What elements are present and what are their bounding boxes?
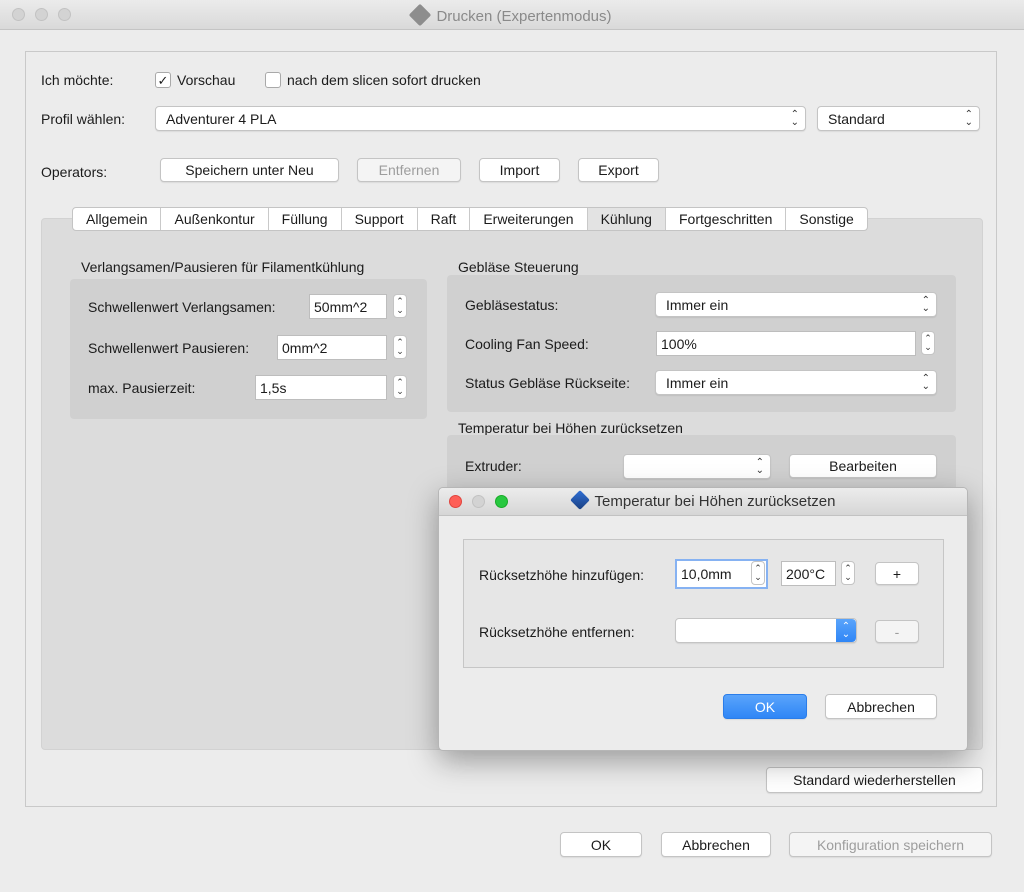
- chevron-updown-icon: ⌃ ⌄: [755, 456, 764, 476]
- cancel-button[interactable]: Abbrechen: [661, 832, 771, 857]
- max-pause-label: max. Pausierzeit:: [88, 380, 196, 396]
- window-titlebar: Drucken (Expertenmodus): [0, 0, 1024, 30]
- chevron-updown-icon: ⌃ ⌄: [921, 294, 930, 314]
- tab-kuehlung[interactable]: Kühlung: [587, 208, 666, 230]
- export-button[interactable]: Export: [578, 158, 659, 182]
- profile-label: Profil wählen:: [41, 111, 126, 127]
- tab-fuellung[interactable]: Füllung: [269, 208, 342, 230]
- chevron-updown-icon: ⌃ ⌄: [964, 108, 973, 128]
- dialog-titlebar: Temperatur bei Höhen zurücksetzen: [439, 488, 967, 516]
- dialog-title: Temperatur bei Höhen zurücksetzen: [439, 490, 967, 510]
- print-after-slice-checkbox[interactable]: [265, 72, 281, 88]
- dialog-title-text: Temperatur bei Höhen zurücksetzen: [594, 493, 836, 510]
- threshold-slow-input[interactable]: 50mm^2: [309, 294, 387, 319]
- edit-button[interactable]: Bearbeiten: [789, 454, 937, 478]
- tab-aussenkontur[interactable]: Außenkontur: [161, 208, 269, 230]
- print-after-slice-label: nach dem slicen sofort drucken: [287, 72, 481, 88]
- temperature-reset-dialog: Temperatur bei Höhen zurücksetzen Rückse…: [438, 487, 968, 751]
- max-pause-stepper[interactable]: ⌃ ⌄: [393, 375, 407, 399]
- extruder-select[interactable]: ⌃ ⌄: [623, 454, 771, 479]
- window-title-text: Drucken (Expertenmodus): [436, 8, 612, 25]
- chevron-updown-icon: ⌃ ⌄: [921, 372, 930, 392]
- threshold-slow-label: Schwellenwert Verlangsamen:: [88, 299, 276, 315]
- import-button[interactable]: Import: [479, 158, 560, 182]
- tab-allgemein[interactable]: Allgemein: [73, 208, 162, 230]
- reset-temp-stepper[interactable]: ⌃ ⌄: [841, 561, 855, 585]
- threshold-pause-input[interactable]: 0mm^2: [277, 335, 387, 360]
- save-config-button[interactable]: Konfiguration speichern: [789, 832, 992, 857]
- app-logo-icon: [569, 490, 590, 510]
- add-height-button[interactable]: +: [875, 562, 919, 585]
- window-title: Drucken (Expertenmodus): [0, 3, 1024, 27]
- save-as-new-button[interactable]: Speichern unter Neu: [160, 158, 339, 182]
- threshold-pause-stepper[interactable]: ⌃ ⌄: [393, 335, 407, 359]
- threshold-pause-label: Schwellenwert Pausieren:: [88, 340, 250, 356]
- tab-sonstige[interactable]: Sonstige: [786, 208, 866, 230]
- temp-reset-group-title: Temperatur bei Höhen zurücksetzen: [458, 420, 683, 436]
- dialog-ok-button[interactable]: OK: [723, 694, 807, 719]
- remove-profile-button[interactable]: Entfernen: [357, 158, 461, 182]
- add-height-label: Rücksetzhöhe hinzufügen:: [479, 567, 644, 583]
- remove-height-button[interactable]: -: [875, 620, 919, 643]
- fan-group-title: Gebläse Steuerung: [458, 259, 579, 275]
- fan-speed-input[interactable]: 100%: [656, 331, 916, 356]
- extruder-label: Extruder:: [465, 458, 522, 474]
- fan-status-value: Immer ein: [666, 296, 729, 313]
- remove-height-select[interactable]: ⌃ ⌄: [675, 618, 857, 643]
- preview-label: Vorschau: [177, 72, 236, 88]
- settings-tabbar: Allgemein Außenkontur Füllung Support Ra…: [72, 207, 868, 231]
- reset-temp-input[interactable]: 200°C: [781, 561, 836, 586]
- profile-select-value: Adventurer 4 PLA: [166, 110, 277, 127]
- tab-raft[interactable]: Raft: [418, 208, 471, 230]
- reset-height-stepper[interactable]: ⌃ ⌄: [751, 561, 765, 585]
- remove-height-label: Rücksetzhöhe entfernen:: [479, 624, 635, 640]
- chevron-updown-icon: ⌃ ⌄: [836, 619, 856, 642]
- app-logo-icon: [409, 3, 432, 27]
- rear-fan-value: Immer ein: [666, 374, 729, 391]
- tab-fortgeschritten[interactable]: Fortgeschritten: [666, 208, 787, 230]
- chevron-updown-icon: ⌃ ⌄: [790, 108, 799, 128]
- fan-speed-stepper[interactable]: ⌃ ⌄: [921, 331, 935, 355]
- fan-status-label: Gebläsestatus:: [465, 297, 559, 313]
- profile-mode-value: Standard: [828, 110, 885, 127]
- rear-fan-select[interactable]: Immer ein ⌃ ⌄: [655, 370, 937, 395]
- fan-status-select[interactable]: Immer ein ⌃ ⌄: [655, 292, 937, 317]
- tab-erweiterungen[interactable]: Erweiterungen: [470, 208, 588, 230]
- operators-label: Operators:: [41, 164, 108, 180]
- restore-defaults-button[interactable]: Standard wiederherstellen: [766, 767, 983, 793]
- rear-fan-label: Status Gebläse Rückseite:: [465, 375, 630, 391]
- threshold-slow-stepper[interactable]: ⌃ ⌄: [393, 294, 407, 318]
- profile-select[interactable]: Adventurer 4 PLA ⌃ ⌄: [155, 106, 806, 131]
- ok-button[interactable]: OK: [560, 832, 642, 857]
- fan-speed-label: Cooling Fan Speed:: [465, 336, 589, 352]
- preview-checkbox[interactable]: ✓: [155, 72, 171, 88]
- check-icon: ✓: [157, 72, 169, 88]
- profile-mode-select[interactable]: Standard ⌃ ⌄: [817, 106, 980, 131]
- max-pause-input[interactable]: 1,5s: [255, 375, 387, 400]
- slowdown-group-title: Verlangsamen/Pausieren für Filamentkühlu…: [81, 259, 365, 275]
- dialog-cancel-button[interactable]: Abbrechen: [825, 694, 937, 719]
- tab-support[interactable]: Support: [342, 208, 418, 230]
- want-label: Ich möchte:: [41, 72, 114, 88]
